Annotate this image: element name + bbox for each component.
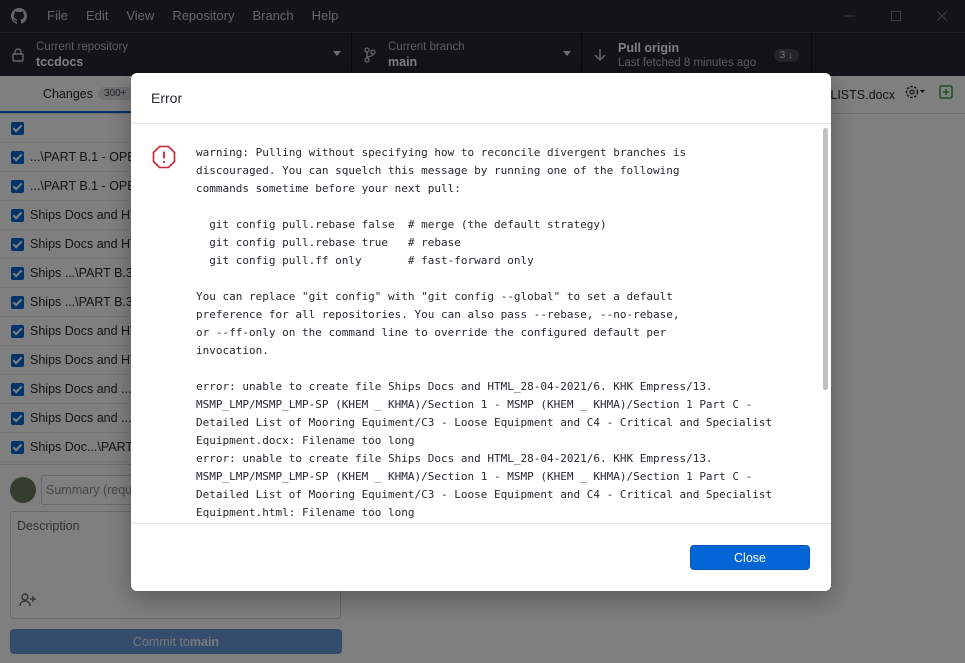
close-button[interactable]: Close — [690, 545, 810, 570]
stop-icon — [152, 145, 176, 174]
dialog-body: warning: Pulling without specifying how … — [131, 124, 831, 524]
dialog-footer: Close — [131, 525, 831, 591]
error-message: warning: Pulling without specifying how … — [196, 146, 773, 519]
dialog-title: Error — [131, 73, 831, 124]
scrollbar[interactable] — [823, 128, 828, 390]
error-dialog: Error warning: Pulling without specifyin… — [131, 73, 831, 591]
